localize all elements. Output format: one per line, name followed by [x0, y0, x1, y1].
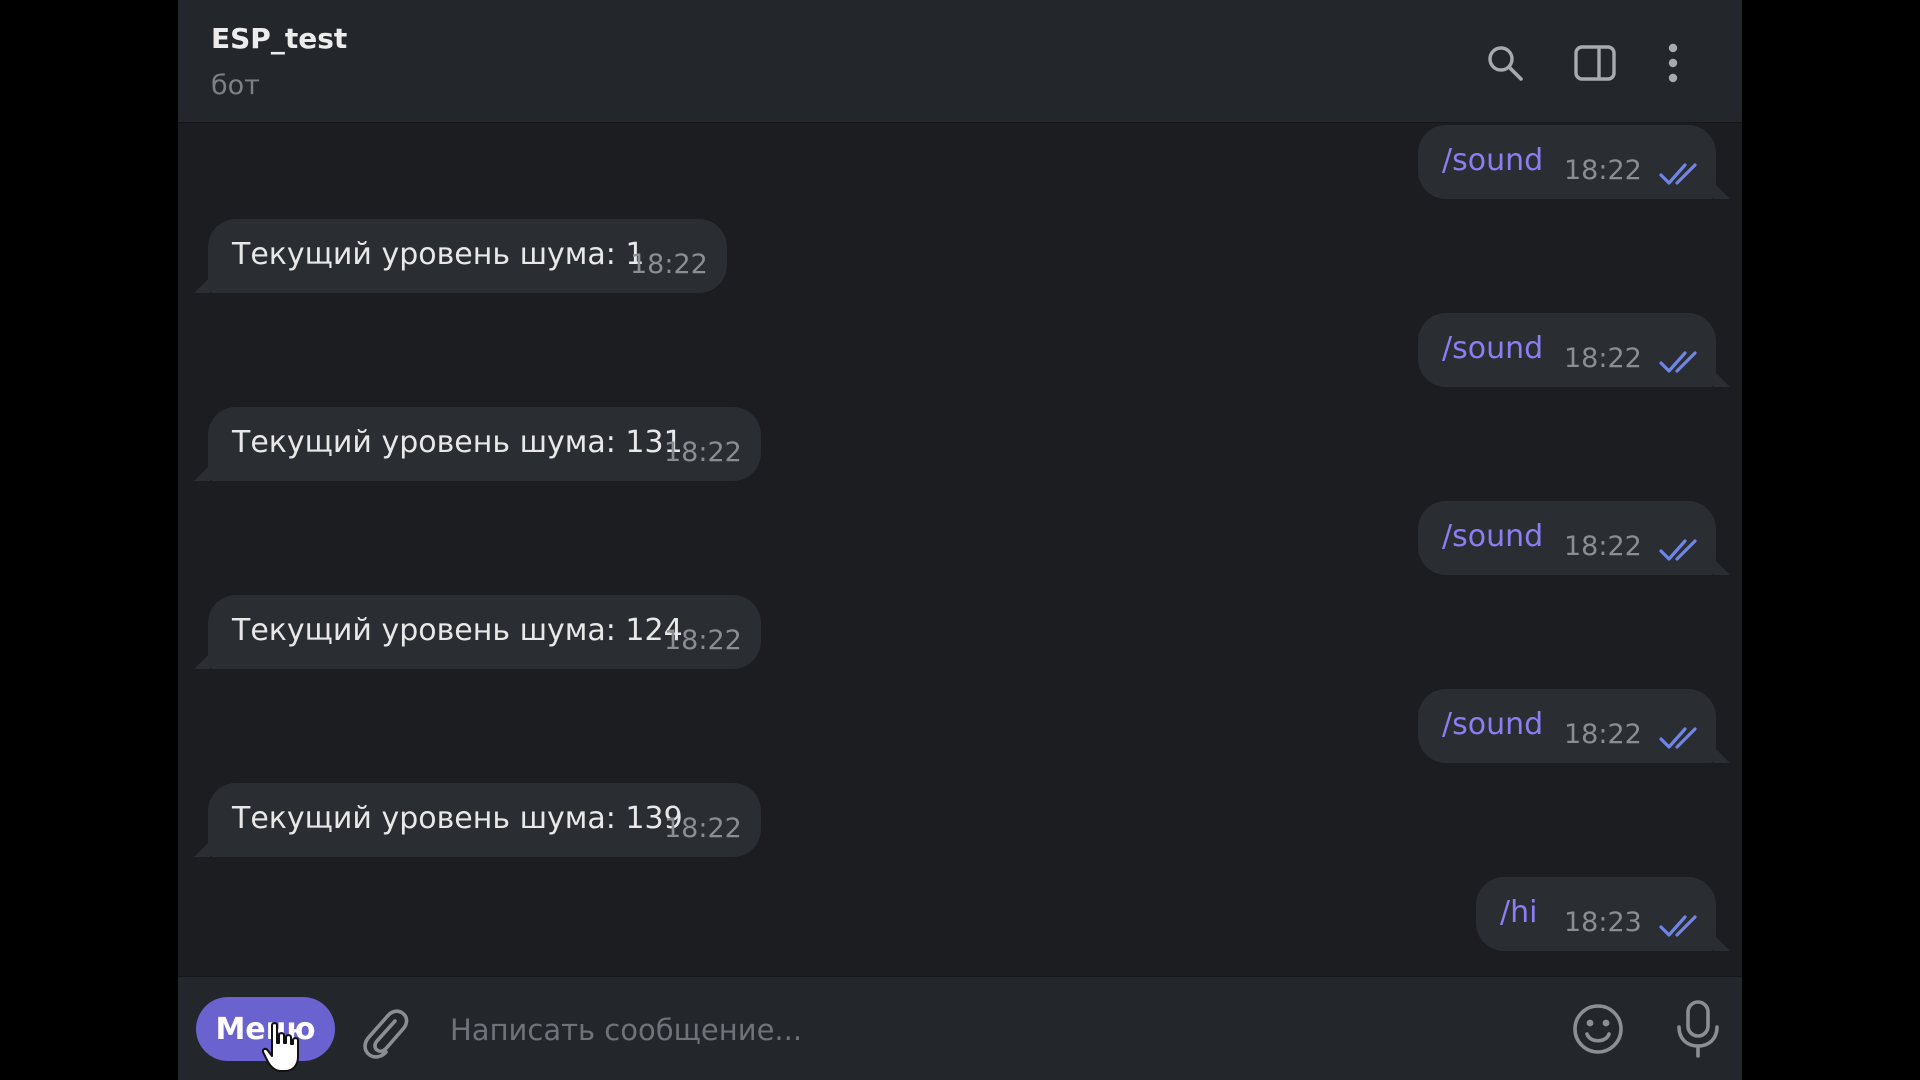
message-time: 18:22	[664, 813, 742, 844]
side-panel-button[interactable]	[1570, 38, 1620, 88]
paperclip-icon[interactable]	[358, 1005, 412, 1059]
outgoing-message[interactable]: /sound 18:22	[1418, 689, 1730, 763]
microphone-icon[interactable]	[1670, 999, 1726, 1059]
message-text[interactable]: Текущий уровень шума: 131	[232, 425, 683, 460]
search-icon	[1488, 46, 1523, 81]
read-checkmarks-icon	[1659, 539, 1697, 561]
message-text[interactable]: Текущий уровень шума: 1	[232, 237, 645, 272]
message-time: 18:22	[1564, 531, 1642, 562]
outgoing-message[interactable]: /sound 18:22	[1418, 501, 1730, 575]
message-time: 18:22	[1564, 343, 1642, 374]
message-time: 18:22	[1564, 719, 1642, 750]
message-text[interactable]: /hi	[1500, 895, 1537, 930]
message-text[interactable]: /sound	[1442, 143, 1543, 178]
message-text[interactable]: /sound	[1442, 519, 1543, 554]
message-time: 18:22	[630, 249, 708, 280]
message-composer: Меню	[178, 976, 1742, 1080]
more-options-button[interactable]	[1648, 38, 1698, 88]
incoming-message[interactable]: Текущий уровень шума: 124 18:22	[194, 595, 761, 669]
chat-header: ESP_test бот	[178, 0, 1742, 123]
read-checkmarks-icon	[1659, 351, 1697, 373]
message-text[interactable]: Текущий уровень шума: 124	[232, 613, 683, 648]
incoming-message[interactable]: Текущий уровень шума: 139 18:22	[194, 783, 761, 857]
outgoing-message[interactable]: /sound 18:22	[1418, 313, 1730, 387]
emoji-icon[interactable]	[1570, 1001, 1626, 1057]
read-checkmarks-icon	[1659, 727, 1697, 749]
message-text[interactable]: /sound	[1442, 331, 1543, 366]
incoming-message[interactable]: Текущий уровень шума: 1 18:22	[194, 219, 727, 293]
message-text[interactable]: Текущий уровень шума: 139	[232, 801, 683, 836]
outgoing-message[interactable]: /sound 18:22	[1418, 125, 1730, 199]
read-checkmarks-icon	[1659, 163, 1697, 185]
incoming-message[interactable]: Текущий уровень шума: 131 18:22	[194, 407, 761, 481]
message-time: 18:23	[1564, 907, 1642, 938]
chat-window: ESP_test бот /sound 18:22 Текущий уровен…	[178, 0, 1742, 1080]
message-list[interactable]: /sound 18:22 Текущий уровень шума: 1 18:…	[178, 123, 1742, 975]
read-checkmarks-icon	[1659, 915, 1697, 937]
more-vertical-icon	[1668, 43, 1678, 83]
message-input[interactable]	[448, 1001, 1512, 1059]
side-panel-icon	[1574, 45, 1616, 81]
message-time: 18:22	[664, 437, 742, 468]
mouse-pointer-icon	[261, 1022, 299, 1072]
chat-title[interactable]: ESP_test	[211, 22, 347, 55]
outgoing-message[interactable]: /hi 18:23	[1476, 877, 1730, 951]
message-text[interactable]: /sound	[1442, 707, 1543, 742]
chat-subtitle: бот	[211, 70, 260, 101]
message-time: 18:22	[664, 625, 742, 656]
search-button[interactable]	[1480, 38, 1530, 88]
message-time: 18:22	[1564, 155, 1642, 186]
